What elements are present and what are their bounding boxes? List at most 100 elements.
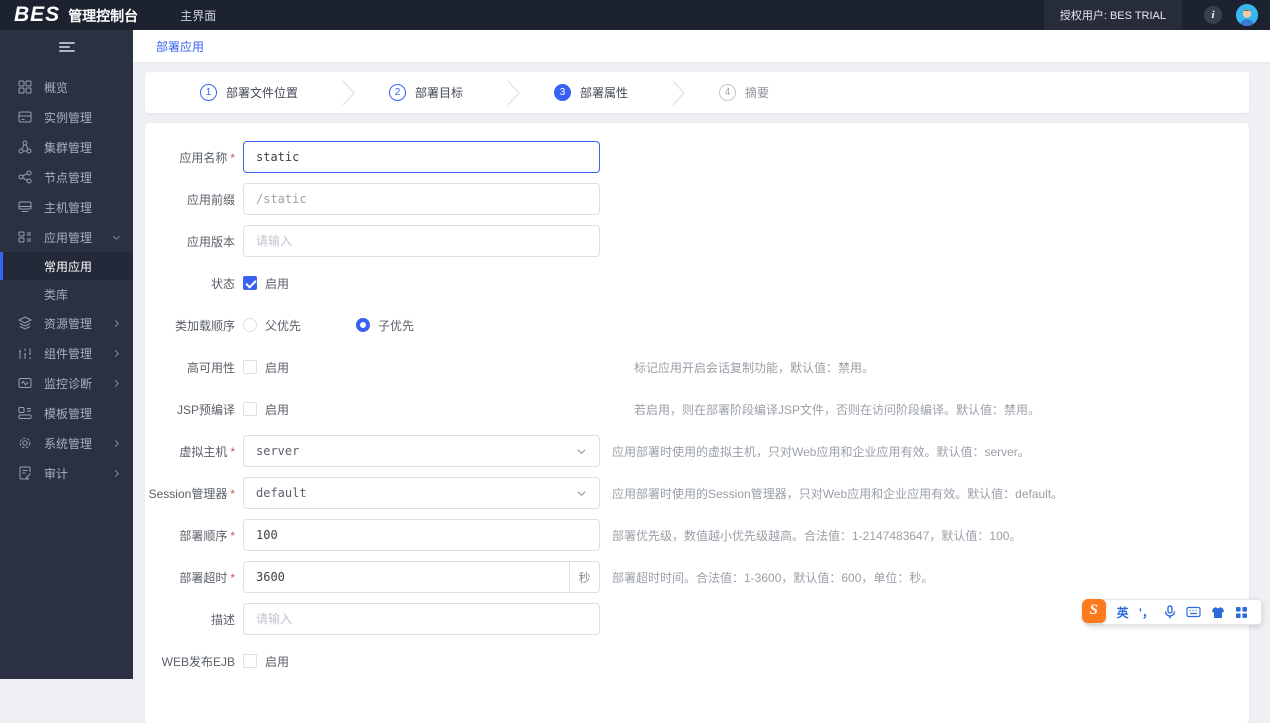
step-number: 3 [554,84,571,101]
app-version-input[interactable] [243,225,600,257]
ime-language-mode[interactable]: 英 [1117,604,1129,621]
radio-label[interactable]: 子优先 [378,317,414,334]
app-name-input[interactable] [243,141,600,173]
sidebar-subitem-common-apps[interactable]: 常用应用 [0,252,133,280]
field-help-text: 应用部署时使用的虚拟主机，只对Web应用和企业应用有效。默认值：server。 [612,443,1030,460]
session-manager-select[interactable]: default [243,477,600,509]
deploy-stepper: 1 部署文件位置 2 部署目标 3 部署属性 4 摘要 [145,72,1249,113]
avatar[interactable] [1236,4,1258,26]
virtual-host-select[interactable]: server [243,435,600,467]
sidebar-item-overview[interactable]: 概览 [0,72,133,102]
step-label: 部署目标 [415,84,463,101]
audit-icon [18,466,32,480]
field-label: 应用版本 [145,233,235,250]
system-gear-icon [18,436,32,450]
toolbox-icon[interactable] [1235,606,1248,619]
step-number: 2 [389,84,406,101]
app-prefix-input[interactable] [243,183,600,215]
checkbox-label[interactable]: 启用 [265,653,289,670]
sogou-ime-toolbar: S 英 ’， [1087,599,1262,625]
deploy-timeout-group: 秒 [243,561,600,593]
field-label: 部署顺序* [145,527,235,544]
resource-icon [18,316,32,330]
sidebar-item-cluster[interactable]: 集群管理 [0,132,133,162]
sidebar-item-instance[interactable]: 实例管理 [0,102,133,132]
jsp-precompile-checkbox[interactable] [243,402,257,416]
select-value: default [256,486,307,500]
field-label: 状态 [145,275,235,292]
step-deploy-properties[interactable]: 3 部署属性 [554,84,628,101]
chevron-right-icon [112,319,121,328]
form-row-jsp-precompile: JSP预编译 启用 若启用，则在部署阶段编译JSP文件，否则在访问阶段编译。默认… [145,393,1249,425]
step-number: 4 [719,84,736,101]
deploy-order-input[interactable] [243,519,600,551]
field-label: 高可用性 [145,359,235,376]
sidebar-item-label: 监控诊断 [44,375,92,392]
form-row-app-version: 应用版本 [145,225,1249,257]
select-value: server [256,444,299,458]
sidebar-item-label: 节点管理 [44,169,92,186]
keyboard-icon[interactable] [1186,606,1201,618]
microphone-icon[interactable] [1164,605,1176,619]
instance-icon [18,110,32,124]
sidebar-item-resource[interactable]: 资源管理 [0,308,133,338]
unit-suffix: 秒 [569,562,599,592]
sidebar-item-node[interactable]: 节点管理 [0,162,133,192]
node-icon [18,170,32,184]
sidebar-subitem-label: 类库 [44,286,68,303]
breadcrumb-bar: 部署应用 [133,30,1270,62]
info-icon[interactable]: i [1204,6,1222,24]
bes-logo[interactable]: BES 管理控制台 [0,3,138,27]
field-label: 虚拟主机* [145,443,235,460]
parent-first-radio[interactable] [243,318,257,332]
app-icon [18,230,32,244]
cluster-icon [18,140,32,154]
status-enabled-checkbox[interactable] [243,276,257,290]
form-row-deploy-timeout: 部署超时* 秒 部署超时时间。合法值：1-3600，默认值：600，单位：秒。 [145,561,1249,593]
sidebar: 概览 实例管理 集群管理 节点管理 [0,30,133,679]
field-label: 描述 [145,611,235,628]
step-deploy-target[interactable]: 2 部署目标 [389,84,463,101]
required-mark: * [230,571,235,585]
step-separator-icon [672,80,685,106]
field-help-text: 应用部署时使用的Session管理器，只对Web应用和企业应用有效。默认值：de… [612,485,1063,502]
step-deploy-file-location[interactable]: 1 部署文件位置 [200,84,298,101]
child-first-radio[interactable] [356,318,370,332]
required-mark: * [230,151,235,165]
sidebar-subitem-class-library[interactable]: 类库 [0,280,133,308]
breadcrumb[interactable]: 部署应用 [156,38,204,55]
checkbox-label[interactable]: 启用 [265,359,289,376]
sidebar-item-template[interactable]: 模板管理 [0,398,133,428]
sidebar-item-component[interactable]: 组件管理 [0,338,133,368]
host-icon [18,200,32,214]
sidebar-item-host[interactable]: 主机管理 [0,192,133,222]
step-summary[interactable]: 4 摘要 [719,84,769,101]
field-label: 应用前缀 [145,191,235,208]
sidebar-item-audit[interactable]: 审计 [0,458,133,488]
step-number: 1 [200,84,217,101]
sidebar-item-system[interactable]: 系统管理 [0,428,133,458]
sidebar-item-app-management[interactable]: 应用管理 [0,222,133,252]
checkbox-label[interactable]: 启用 [265,275,289,292]
field-label: Session管理器* [145,485,235,502]
web-publish-ejb-checkbox[interactable] [243,654,257,668]
high-availability-checkbox[interactable] [243,360,257,374]
sidebar-item-monitor[interactable]: 监控诊断 [0,368,133,398]
skin-icon[interactable] [1211,606,1225,619]
avatar-image [1236,4,1258,26]
field-help-text: 若启用，则在部署阶段编译JSP文件，否则在访问阶段编译。默认值：禁用。 [634,401,1040,418]
sidebar-item-label: 系统管理 [44,435,92,452]
sidebar-item-label: 概览 [44,79,68,96]
checkbox-label[interactable]: 启用 [265,401,289,418]
sidebar-menu: 概览 实例管理 集群管理 节点管理 [0,72,133,488]
form-row-high-availability: 高可用性 启用 标记应用开启会话复制功能，默认值：禁用。 [145,351,1249,383]
form-row-virtual-host: 虚拟主机* server 应用部署时使用的虚拟主机，只对Web应用和企业应用有效… [145,435,1249,467]
description-input[interactable] [243,603,600,635]
tab-main-ui[interactable]: 主界面 [180,7,216,24]
ime-punctuation-toggle[interactable]: ’， [1139,604,1154,621]
deploy-timeout-input[interactable] [244,562,569,592]
component-icon [18,346,32,360]
radio-label[interactable]: 父优先 [265,317,301,334]
sogou-logo-icon[interactable]: S [1082,599,1106,623]
sidebar-collapse-toggle[interactable] [0,30,133,64]
